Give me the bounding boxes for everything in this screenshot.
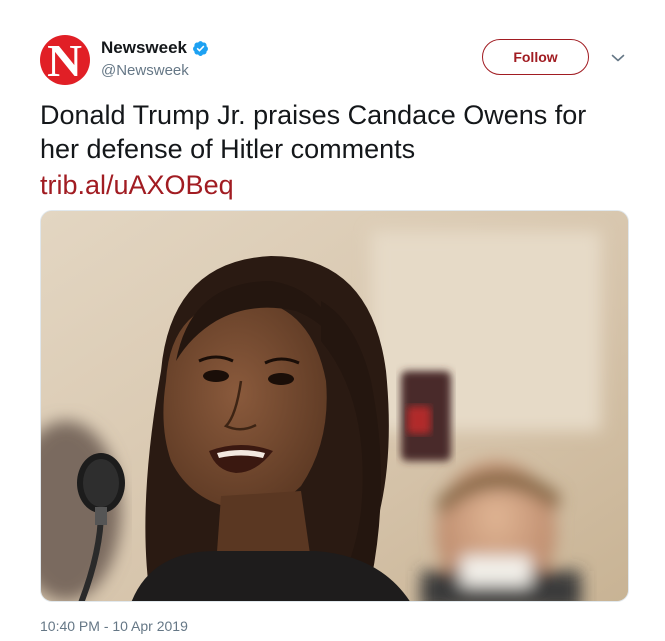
photo-illustration [41, 211, 628, 601]
verified-badge-icon [192, 40, 209, 57]
tweet-text: Donald Trump Jr. praises Candace Owens f… [40, 100, 587, 164]
avatar[interactable]: N [40, 35, 90, 85]
avatar-logo-letter: N [47, 35, 83, 85]
tweet-timestamp[interactable]: 10:40 PM - 10 Apr 2019 [40, 618, 188, 634]
tweet-card: N Newsweek @Newsweek Follow Donald Trump… [0, 0, 665, 641]
tweet-photo[interactable] [40, 210, 629, 602]
author-name-row: Newsweek [101, 38, 209, 58]
follow-button[interactable]: Follow [482, 39, 589, 75]
chevron-down-icon[interactable] [610, 50, 626, 66]
author-display-name[interactable]: Newsweek [101, 38, 187, 58]
author-handle[interactable]: @Newsweek [101, 62, 189, 79]
tweet-link[interactable]: trib.al/uAXOBeq [40, 168, 234, 202]
